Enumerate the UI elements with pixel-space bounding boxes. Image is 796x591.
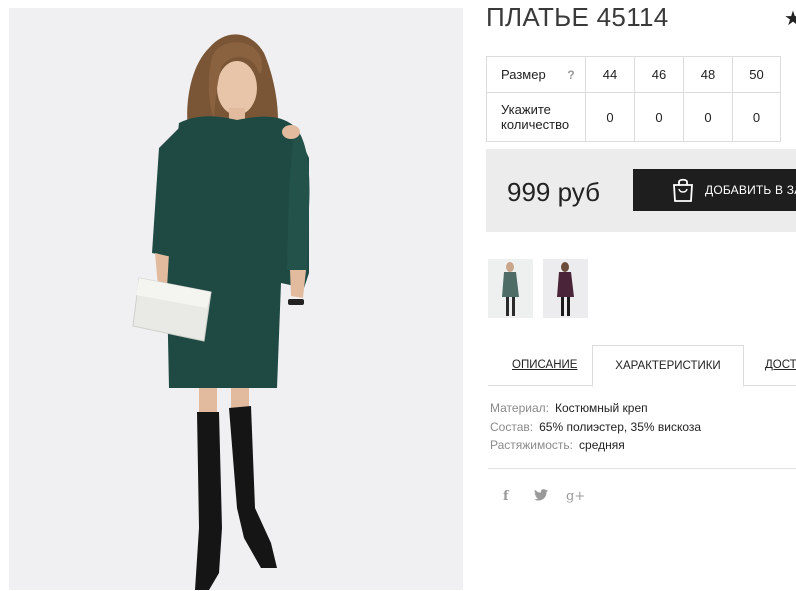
size-option-48[interactable]: 48 [683, 56, 733, 93]
twitter-icon[interactable] [534, 489, 548, 504]
facebook-icon[interactable]: f [503, 489, 509, 504]
size-option-44[interactable]: 44 [585, 56, 635, 93]
spec-stretch: Растяжимость: средняя [490, 438, 625, 452]
product-main-photo[interactable] [9, 8, 463, 590]
tab-delivery[interactable]: ДОСТАВКА [765, 345, 796, 385]
size-label: Размер [501, 67, 546, 82]
size-row: Размер ? 44 46 48 50 [486, 56, 781, 93]
quantity-row: Укажите количество 0 0 0 0 [486, 92, 781, 142]
tab-specs[interactable]: ХАРАКТЕРИСТИКИ [592, 345, 744, 387]
price-box: 999 руб ДОБАВИТЬ В ЗАКАЗ [486, 149, 796, 232]
quantity-input-44[interactable]: 0 [585, 92, 635, 142]
tab-description[interactable]: ОПИСАНИЕ [512, 345, 577, 385]
quantity-input-46[interactable]: 0 [634, 92, 684, 142]
thumbnail-green-dress[interactable] [488, 259, 533, 318]
thumbnail-burgundy-dress[interactable] [543, 259, 588, 318]
size-option-50[interactable]: 50 [732, 56, 781, 93]
quantity-input-50[interactable]: 0 [732, 92, 781, 142]
share-divider [488, 468, 796, 469]
spec-composition: Состав: 65% полиэстер, 35% вискоза [490, 420, 702, 434]
product-title: ПЛАТЬЕ 45114 [486, 2, 669, 32]
price: 999 руб [507, 177, 600, 207]
size-help-icon[interactable]: ? [567, 68, 574, 82]
add-to-cart-button[interactable]: ДОБАВИТЬ В ЗАКАЗ [633, 169, 796, 211]
size-label-cell: Размер ? [486, 56, 586, 93]
quantity-label: Укажите количество [486, 92, 586, 142]
spec-material: Материал: Костюмный креп [490, 401, 648, 415]
size-option-46[interactable]: 46 [634, 56, 684, 93]
size-table: Размер ? 44 46 48 50 Укажите количество … [486, 56, 781, 142]
star-icon[interactable]: ★ [784, 6, 796, 31]
quantity-input-48[interactable]: 0 [683, 92, 733, 142]
shopping-bag-icon [671, 177, 695, 203]
add-to-cart-label: ДОБАВИТЬ В ЗАКАЗ [705, 183, 796, 197]
google-plus-icon[interactable]: g+ [566, 489, 585, 504]
